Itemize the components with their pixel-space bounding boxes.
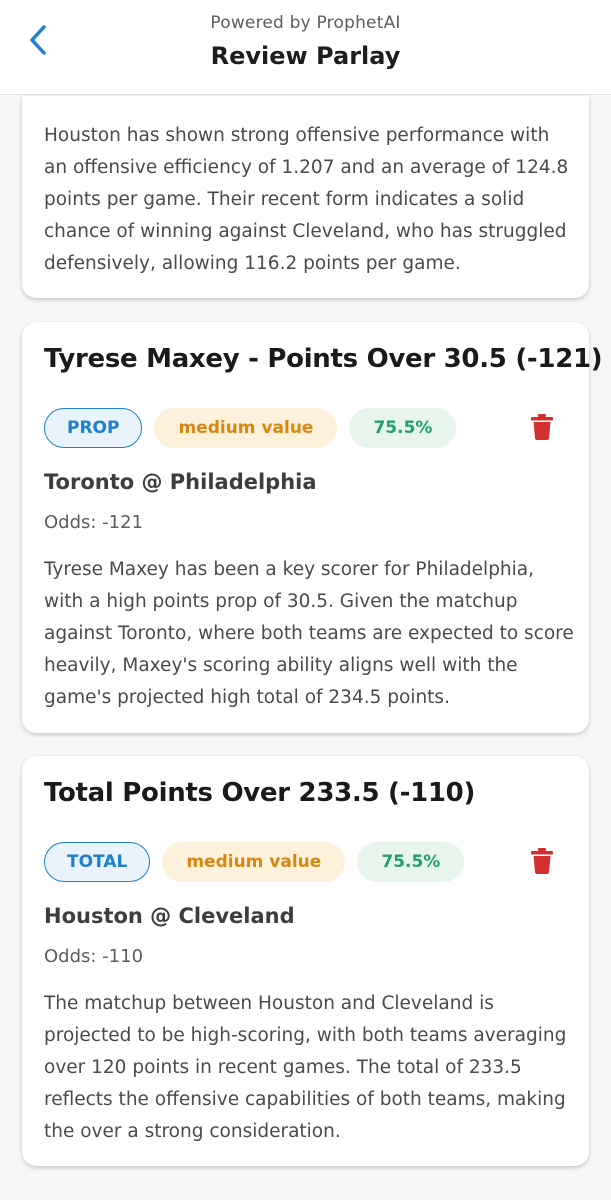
bet-reasoning: Tyrese Maxey has been a key scorer for P… <box>44 559 574 708</box>
bet-title: Tyrese Maxey - Points Over 30.5 (-121) <box>44 344 603 374</box>
matchup-label: Toronto @ Philadelphia <box>44 470 317 494</box>
bet-reasoning: Houston has shown strong offensive perfo… <box>44 125 569 274</box>
confidence-badge: 75.5% <box>357 842 465 882</box>
bet-title: Total Points Over 233.5 (-110) <box>44 778 476 808</box>
bet-card: Tyrese Maxey - Points Over 30.5 (-121) P… <box>22 322 603 733</box>
value-badge: medium value <box>154 408 338 448</box>
delete-bet-button[interactable] <box>531 848 553 874</box>
matchup-label: Houston @ Cleveland <box>44 904 295 928</box>
previous-bet-card: Houston has shown strong offensive perfo… <box>22 96 589 298</box>
page-title: Review Parlay <box>210 42 401 70</box>
badge-row: PROP medium value 75.5% <box>44 408 457 448</box>
bet-card: Total Points Over 233.5 (-110) TOTAL med… <box>22 756 589 1166</box>
bet-type-badge: TOTAL <box>44 842 151 882</box>
app-header: Powered by ProphetAI Review Parlay <box>0 0 611 95</box>
badge-row: TOTAL medium value 75.5% <box>44 842 465 882</box>
bet-reasoning: The matchup between Houston and Clevelan… <box>44 993 567 1142</box>
bet-type-badge: PROP <box>44 408 143 448</box>
delete-bet-button[interactable] <box>531 414 553 440</box>
trash-icon <box>531 414 553 440</box>
odds-label: Odds: -121 <box>44 512 144 533</box>
odds-label: Odds: -110 <box>44 946 144 967</box>
confidence-badge: 75.5% <box>349 408 457 448</box>
powered-by-label: Powered by ProphetAI <box>210 13 401 33</box>
value-badge: medium value <box>162 842 346 882</box>
trash-icon <box>531 848 553 874</box>
